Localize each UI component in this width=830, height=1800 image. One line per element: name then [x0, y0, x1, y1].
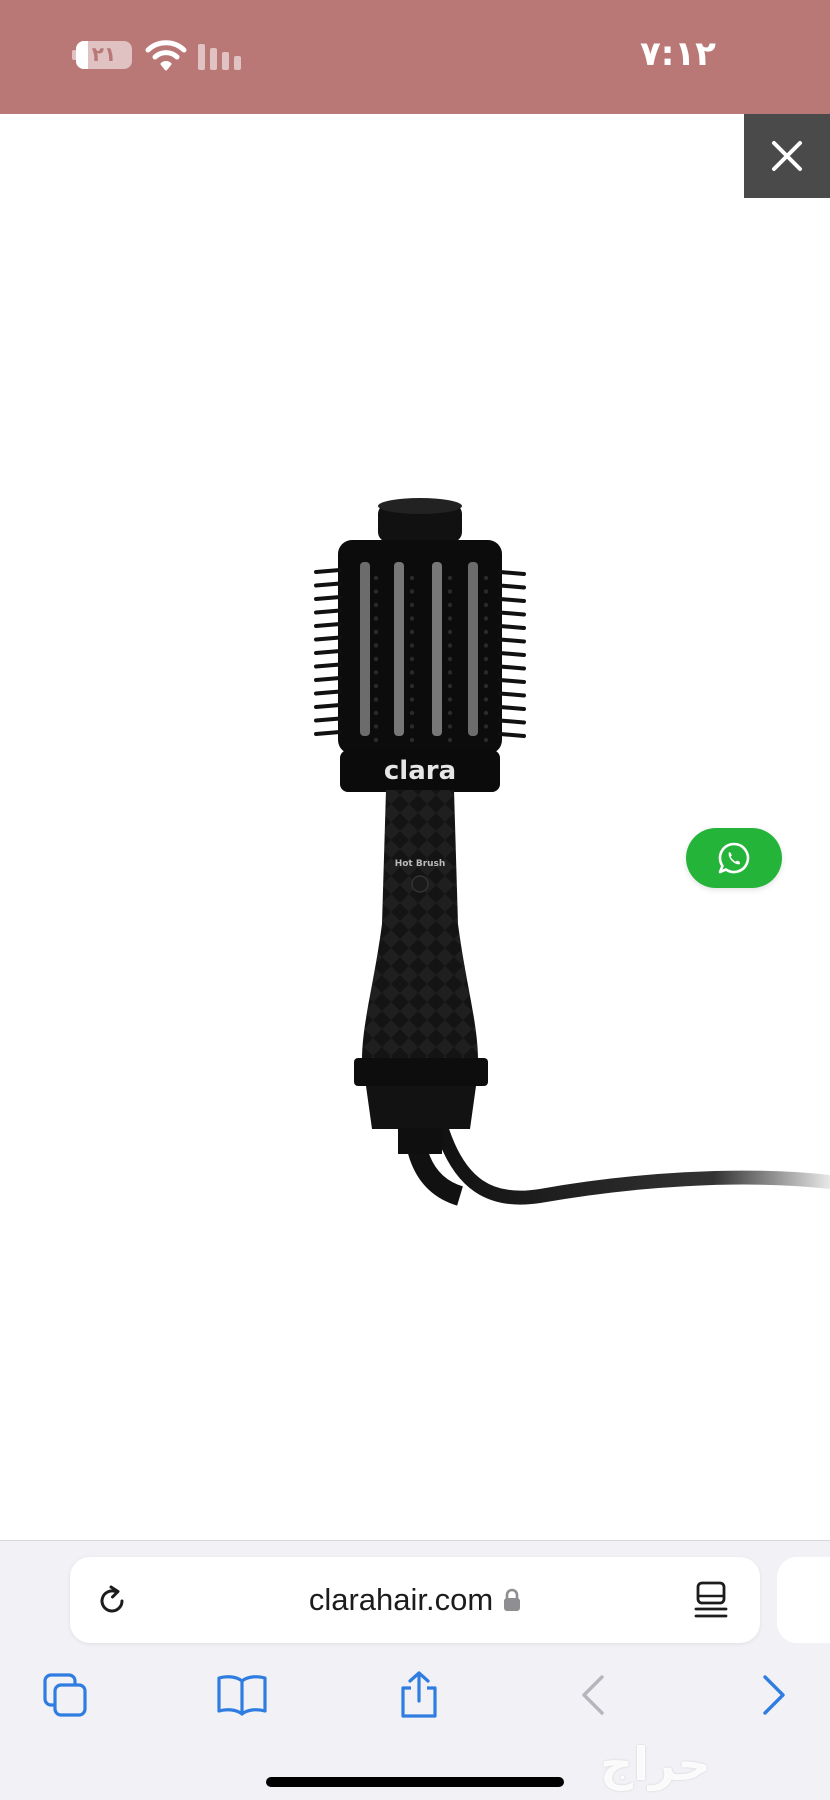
share-button[interactable] [389, 1665, 449, 1725]
close-button[interactable] [744, 114, 830, 198]
status-bar: ٢١ ٧:١٢ [0, 0, 830, 114]
url-text[interactable]: clarahair.com [309, 1582, 493, 1618]
bookmarks-button[interactable] [212, 1665, 272, 1725]
cellular-signal-icon [198, 44, 241, 70]
back-arrow-icon [582, 1675, 604, 1715]
battery-level: ٢١ [91, 42, 117, 66]
product-image-viewer: clara Hot Brush [0, 114, 830, 1540]
lock-icon [504, 1588, 521, 1611]
reader-mode-icon[interactable] [694, 1581, 728, 1619]
browser-toolbar: clarahair.com حراج [0, 1540, 830, 1800]
close-icon [772, 141, 802, 171]
share-icon [401, 1671, 437, 1718]
tabs-button[interactable] [35, 1665, 95, 1725]
bookmarks-icon [217, 1675, 267, 1716]
whatsapp-button[interactable] [686, 828, 782, 888]
watermark-text: حراج [600, 1737, 711, 1791]
battery-icon: ٢١ [72, 41, 132, 69]
forward-button[interactable] [744, 1665, 804, 1725]
reload-icon[interactable] [94, 1582, 130, 1618]
status-time: ٧:١٢ [640, 34, 716, 74]
home-indicator[interactable] [266, 1777, 564, 1787]
tabs-icon [43, 1673, 87, 1717]
wifi-icon [145, 40, 187, 71]
product-brand-text: clara [384, 756, 456, 786]
forward-arrow-icon [763, 1675, 785, 1715]
product-label-text: Hot Brush [395, 859, 446, 869]
next-tab-card[interactable] [777, 1557, 830, 1643]
whatsapp-icon [718, 842, 750, 874]
back-button[interactable] [563, 1665, 623, 1725]
address-bar[interactable]: clarahair.com [70, 1557, 760, 1643]
